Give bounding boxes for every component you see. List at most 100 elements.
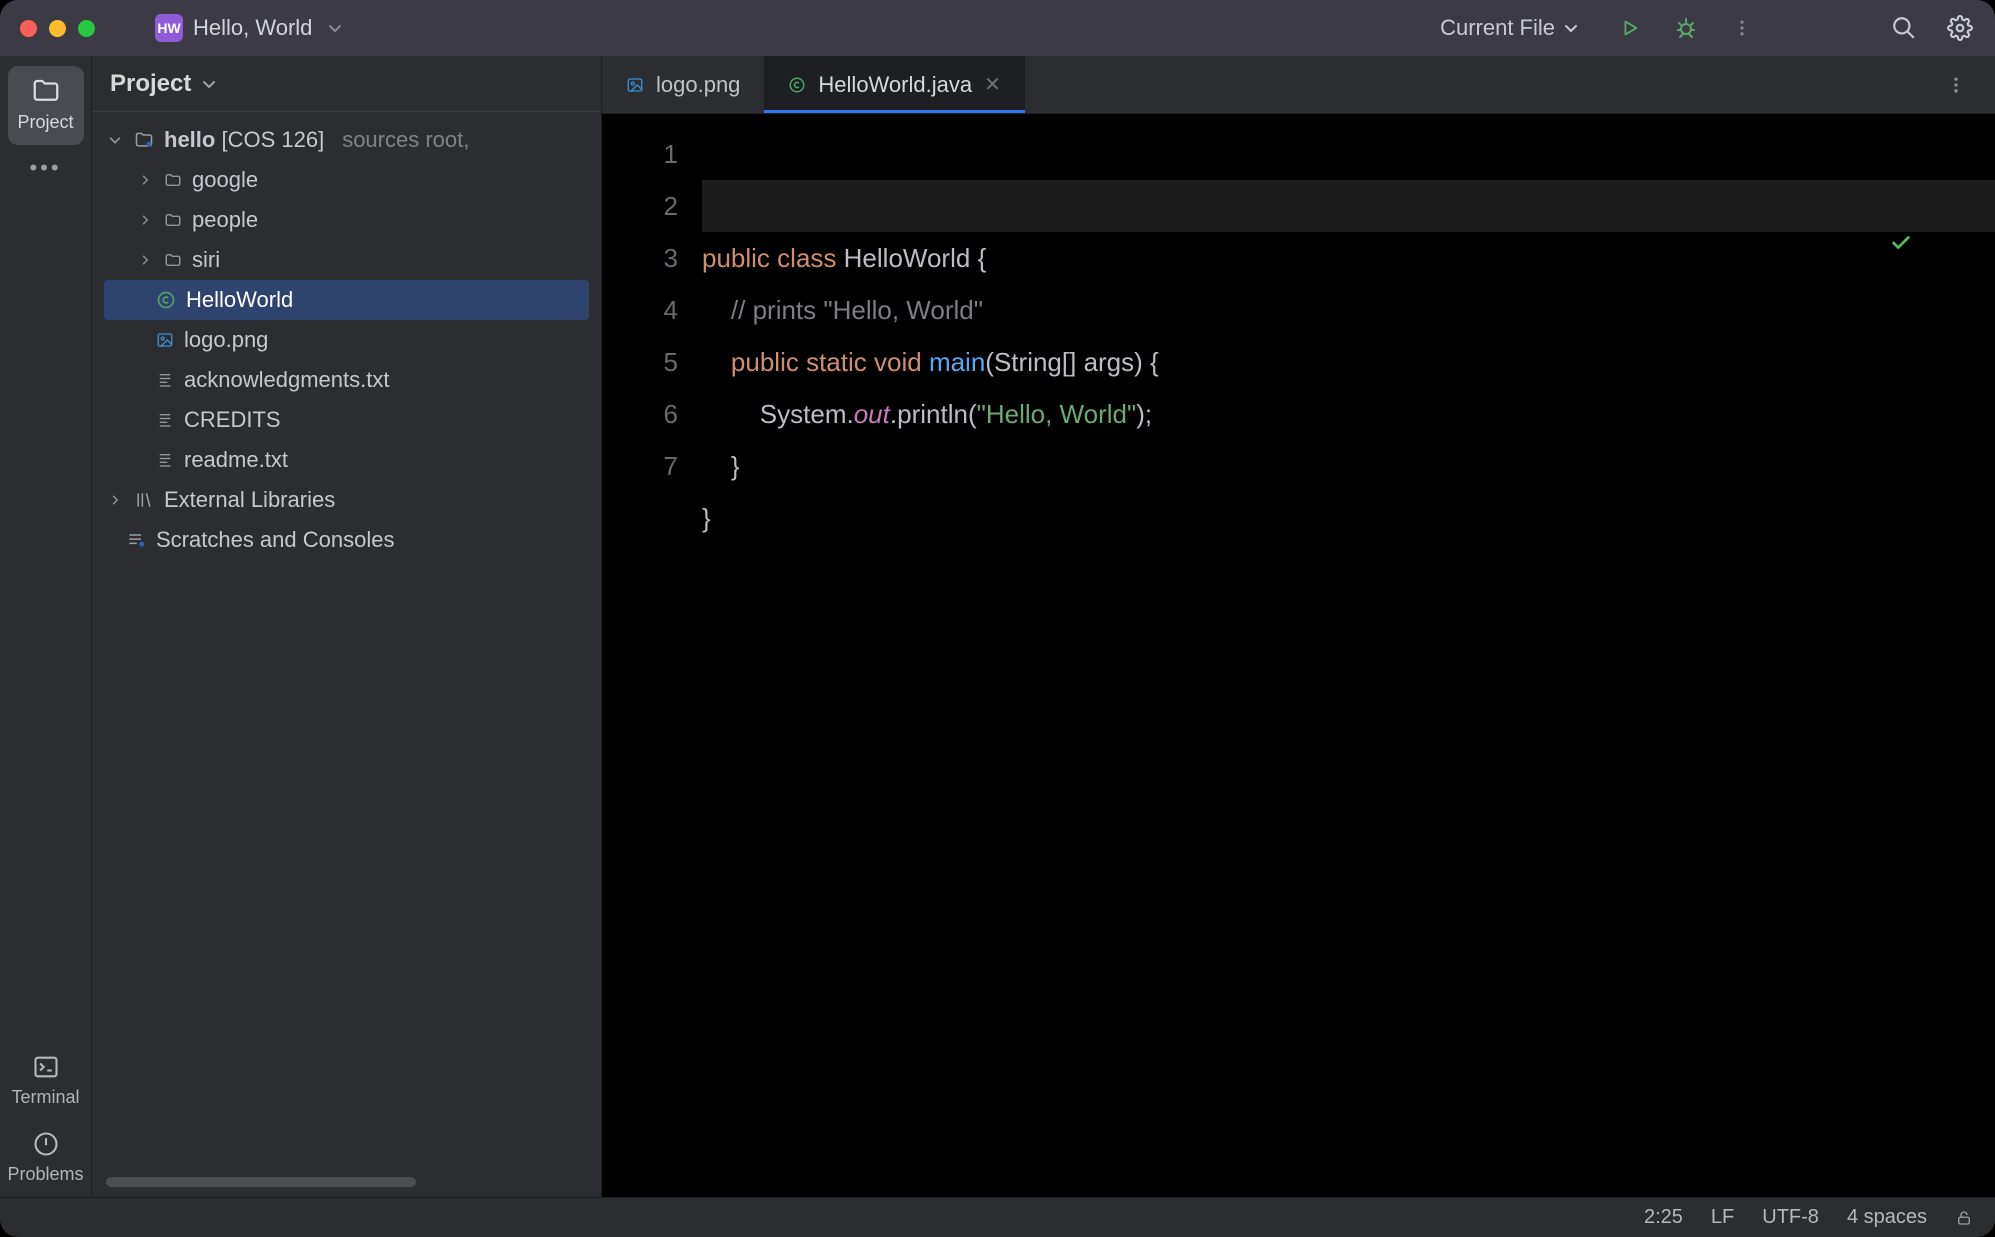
project-pane: Project hello [COS 126] sources root, go… [92, 56, 602, 1197]
text-file-icon [156, 451, 174, 469]
line-number: 2 [602, 180, 678, 232]
tree-root-label: hello [COS 126] [164, 127, 324, 153]
warning-icon [32, 1130, 60, 1158]
file-encoding[interactable]: UTF-8 [1762, 1206, 1819, 1229]
tree-node-label: people [192, 207, 258, 233]
folder-icon [164, 251, 182, 269]
minimize-window-button[interactable] [49, 20, 66, 37]
line-number: 4 [602, 284, 678, 336]
editor-tab-label: logo.png [656, 72, 740, 98]
chevron-down-icon [201, 76, 217, 92]
indent-settings[interactable]: 4 spaces [1847, 1206, 1927, 1229]
main-area: Project ••• Terminal Problems Project [0, 56, 1995, 1197]
java-class-icon [156, 290, 176, 310]
text-file-icon [156, 371, 174, 389]
folder-icon [164, 211, 182, 229]
tree-scratches[interactable]: Scratches and Consoles [92, 520, 601, 560]
project-pane-title: Project [110, 70, 191, 98]
chevron-down-icon[interactable] [320, 13, 350, 43]
tree-node-label: siri [192, 247, 220, 273]
image-file-icon [156, 331, 174, 349]
folder-icon [31, 76, 61, 106]
more-actions-button[interactable] [1727, 13, 1757, 43]
search-everywhere-button[interactable] [1889, 13, 1919, 43]
tree-folder-node[interactable]: people [92, 200, 601, 240]
editor-tab-label: HelloWorld.java [818, 72, 972, 98]
current-line-highlight [702, 180, 1995, 232]
project-selector[interactable]: Hello, World [193, 15, 312, 41]
editor-tab-bar: logo.png HelloWorld.java ✕ [602, 56, 1995, 114]
tree-folder-node[interactable]: siri [92, 240, 601, 280]
tree-root-note: sources root, [342, 127, 469, 153]
chevron-right-icon[interactable] [106, 494, 124, 506]
chevron-right-icon[interactable] [136, 174, 154, 186]
line-separator[interactable]: LF [1711, 1206, 1734, 1229]
tree-file-node[interactable]: logo.png [92, 320, 601, 360]
java-class-icon [788, 76, 806, 94]
folder-icon [164, 171, 182, 189]
tool-terminal-label: Terminal [11, 1087, 79, 1108]
project-pane-header[interactable]: Project [92, 56, 601, 112]
status-bar: 2:25 LF UTF-8 4 spaces [0, 1197, 1995, 1237]
code-editor[interactable]: 1 2 3 4 5 6 7 public class HelloWorld { … [602, 114, 1995, 1197]
chevron-right-icon[interactable] [136, 214, 154, 226]
editor-tab[interactable]: logo.png [602, 56, 764, 113]
caret-position[interactable]: 2:25 [1644, 1206, 1683, 1229]
line-number: 3 [602, 232, 678, 284]
tree-node-label: acknowledgments.txt [184, 367, 389, 393]
project-badge: HW [155, 14, 183, 42]
project-name-label: Hello, World [193, 15, 312, 40]
line-number: 5 [602, 336, 678, 388]
tree-node-label: google [192, 167, 258, 193]
tree-node-label: logo.png [184, 327, 268, 353]
tree-file-node[interactable]: CREDITS [92, 400, 601, 440]
tree-node-label: External Libraries [164, 487, 335, 513]
ide-window: HW Hello, World Current File [0, 0, 1995, 1237]
chevron-down-icon [1563, 20, 1579, 36]
tree-external-libs[interactable]: External Libraries [92, 480, 601, 520]
readonly-toggle[interactable] [1955, 1209, 1973, 1227]
chevron-right-icon[interactable] [136, 254, 154, 266]
traffic-lights [20, 20, 95, 37]
editor-tab[interactable]: HelloWorld.java ✕ [764, 56, 1024, 113]
image-file-icon [626, 76, 644, 94]
line-number: 6 [602, 388, 678, 440]
tool-project-button[interactable]: Project [8, 66, 84, 145]
horizontal-scrollbar[interactable] [106, 1177, 416, 1187]
debug-button[interactable] [1671, 13, 1701, 43]
code-content[interactable]: public class HelloWorld { // prints "Hel… [702, 114, 1995, 1197]
tool-project-label: Project [17, 112, 73, 133]
run-config-label: Current File [1440, 15, 1555, 41]
line-number: 7 [602, 440, 678, 492]
project-tree[interactable]: hello [COS 126] sources root, google peo… [92, 112, 601, 1171]
title-bar: HW Hello, World Current File [0, 0, 1995, 56]
tree-root-node[interactable]: hello [COS 126] sources root, [92, 120, 601, 160]
tree-node-label: Scratches and Consoles [156, 527, 394, 553]
terminal-icon [32, 1053, 60, 1081]
tab-more-button[interactable] [1941, 70, 1971, 100]
scratches-icon [126, 530, 146, 550]
tree-file-node[interactable]: acknowledgments.txt [92, 360, 601, 400]
tree-node-label: readme.txt [184, 447, 288, 473]
tree-node-label: HelloWorld [186, 287, 293, 313]
line-number: 1 [602, 128, 678, 180]
tree-folder-node[interactable]: google [92, 160, 601, 200]
settings-button[interactable] [1945, 13, 1975, 43]
tool-problems-label: Problems [7, 1164, 83, 1185]
tool-problems-button[interactable]: Problems [8, 1120, 84, 1197]
editor-area: logo.png HelloWorld.java ✕ 1 2 3 [602, 56, 1995, 1197]
run-config-selector[interactable]: Current File [1430, 9, 1589, 47]
close-window-button[interactable] [20, 20, 37, 37]
left-tool-strip: Project ••• Terminal Problems [0, 56, 92, 1197]
library-icon [134, 490, 154, 510]
tool-terminal-button[interactable]: Terminal [8, 1043, 84, 1120]
module-folder-icon [134, 130, 154, 150]
close-tab-button[interactable]: ✕ [984, 72, 1001, 97]
tree-file-node[interactable]: readme.txt [92, 440, 601, 480]
run-button[interactable] [1615, 13, 1645, 43]
zoom-window-button[interactable] [78, 20, 95, 37]
chevron-down-icon[interactable] [106, 133, 124, 147]
more-tools-button[interactable]: ••• [29, 155, 61, 181]
tree-file-node[interactable]: HelloWorld [104, 280, 589, 320]
tree-node-label: CREDITS [184, 407, 281, 433]
